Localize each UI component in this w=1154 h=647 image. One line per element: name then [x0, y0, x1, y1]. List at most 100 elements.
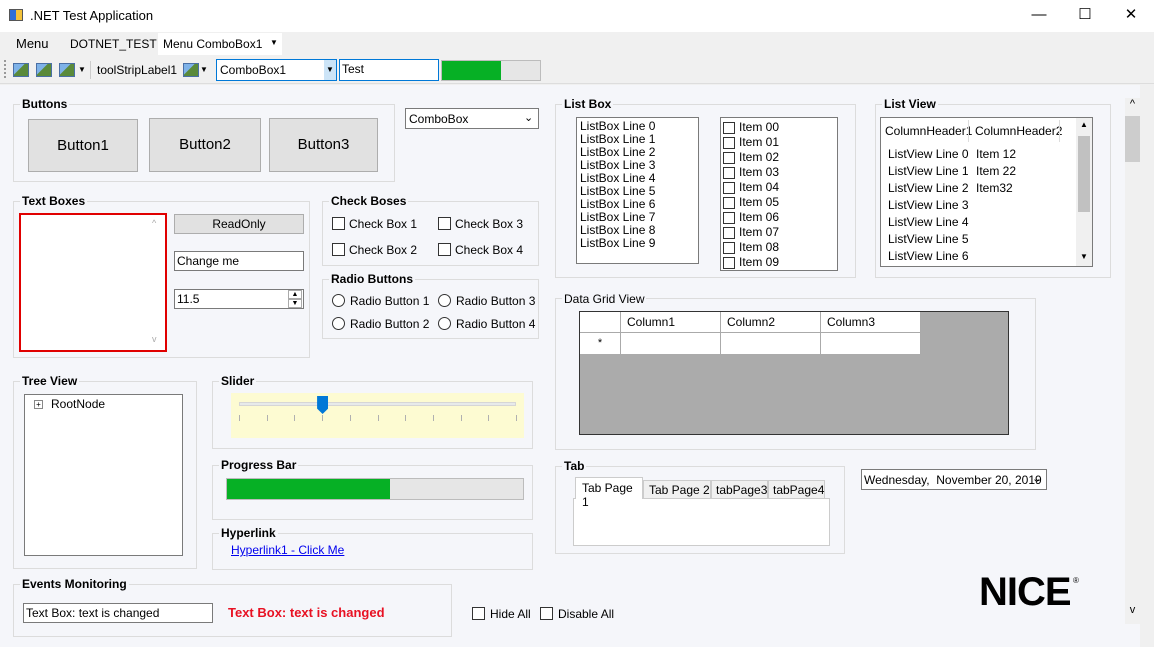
menu-item-dotnet-test[interactable]: DOTNET_TEST: [70, 37, 157, 51]
table-row[interactable]: ListView Line 5: [888, 231, 1058, 248]
change-me-textbox[interactable]: Change me: [174, 251, 304, 271]
button3[interactable]: Button3: [269, 118, 378, 172]
tab-page-3[interactable]: tabPage3: [711, 480, 768, 499]
item-checkbox[interactable]: [723, 181, 735, 194]
events-textbox[interactable]: Text Box: text is changed: [23, 603, 213, 623]
maximize-button[interactable]: ☐: [1062, 0, 1108, 32]
table-row[interactable]: ListView Line 0 Item 12: [888, 146, 1058, 163]
slider[interactable]: [231, 393, 524, 438]
listbox[interactable]: ListBox Line 0 ListBox Line 1 ListBox Li…: [576, 117, 699, 264]
list-item[interactable]: Item 09: [723, 255, 835, 270]
image-icon[interactable]: [59, 63, 75, 77]
list-item[interactable]: Item 08: [723, 240, 835, 255]
item-checkbox[interactable]: [723, 241, 735, 254]
grid-column-header[interactable]: Column1: [621, 312, 721, 333]
multiline-textbox[interactable]: ^ v: [19, 213, 167, 352]
list-item[interactable]: Item 02: [723, 150, 835, 165]
column-header[interactable]: ColumnHeader2: [975, 124, 1062, 138]
list-item[interactable]: Item 03: [723, 165, 835, 180]
item-checkbox[interactable]: [723, 166, 735, 179]
radio-3[interactable]: [438, 294, 451, 307]
grid-new-row-header[interactable]: *: [580, 333, 621, 354]
hyperlink[interactable]: Hyperlink1 - Click Me: [231, 543, 344, 557]
chevron-down-icon[interactable]: ▼: [200, 65, 208, 74]
combobox[interactable]: ComboBox ⌄: [405, 108, 539, 129]
listview[interactable]: ColumnHeader1 ColumnHeader2 ListView Lin…: [880, 117, 1093, 267]
checkbox-2[interactable]: [332, 243, 345, 256]
scroll-down-icon[interactable]: ▼: [1076, 252, 1092, 261]
close-button[interactable]: ✕: [1108, 0, 1154, 32]
toolbar-textbox[interactable]: Test: [339, 59, 439, 81]
checkbox-4[interactable]: [438, 243, 451, 256]
radio-1[interactable]: [332, 294, 345, 307]
checkbox-1[interactable]: [332, 217, 345, 230]
increment-icon[interactable]: ▲: [288, 290, 302, 299]
radio-4[interactable]: [438, 317, 451, 330]
main-scrollbar[interactable]: ^ v: [1125, 98, 1140, 624]
list-item[interactable]: Item 05: [723, 195, 835, 210]
table-row[interactable]: ListView Line 1 Item 22: [888, 163, 1058, 180]
datagrid[interactable]: Column1 Column2 Column3 *: [579, 311, 1009, 435]
tab-page-1[interactable]: Tab Page 1: [575, 477, 643, 509]
checkbox-3[interactable]: [438, 217, 451, 230]
scroll-up-icon[interactable]: ▲: [1076, 120, 1092, 129]
grid-cell[interactable]: [621, 333, 721, 354]
item-checkbox[interactable]: [723, 121, 735, 134]
scroll-down-icon[interactable]: v: [1125, 604, 1140, 616]
slider-thumb[interactable]: [317, 396, 329, 414]
readonly-button[interactable]: ReadOnly: [174, 214, 304, 234]
image-icon[interactable]: [183, 63, 199, 77]
item-checkbox[interactable]: [723, 211, 735, 224]
disable-all-checkbox[interactable]: [540, 607, 553, 620]
list-item[interactable]: ListBox Line 9: [580, 237, 695, 250]
chevron-down-icon[interactable]: ⌄: [1032, 472, 1041, 485]
image-icon[interactable]: [36, 63, 52, 77]
hide-all-checkbox[interactable]: [472, 607, 485, 620]
grid-cell[interactable]: [821, 333, 921, 354]
list-item[interactable]: Item 04: [723, 180, 835, 195]
menu-item-menu[interactable]: Menu: [16, 36, 49, 51]
image-icon[interactable]: [13, 63, 29, 77]
date-picker[interactable]: Wednesday, November 20, 2019 ⌄: [861, 469, 1047, 490]
list-item[interactable]: Item 07: [723, 225, 835, 240]
tree-node-root[interactable]: RootNode: [51, 397, 105, 411]
list-item[interactable]: Item 00: [723, 120, 835, 135]
list-item[interactable]: Item 06: [723, 210, 835, 225]
scroll-up-icon[interactable]: ^: [1125, 98, 1140, 110]
tab-page-4[interactable]: tabPage4: [768, 480, 825, 499]
treeview[interactable]: + RootNode: [24, 394, 183, 556]
toolbar-grip[interactable]: [4, 60, 6, 78]
scroll-thumb[interactable]: [1078, 136, 1090, 212]
minimize-button[interactable]: —: [1016, 0, 1062, 32]
grid-column-header[interactable]: Column2: [721, 312, 821, 333]
button2[interactable]: Button2: [149, 118, 261, 172]
table-row[interactable]: ListView Line 2 Item32: [888, 180, 1058, 197]
table-row[interactable]: ListView Line 3: [888, 197, 1058, 214]
toolbar-combobox[interactable]: ComboBox1 ▼: [216, 59, 337, 81]
numeric-updown[interactable]: 11.5 ▲ ▼: [174, 289, 304, 309]
grid-column-header[interactable]: Column3: [821, 312, 921, 333]
radio-2[interactable]: [332, 317, 345, 330]
item-checkbox[interactable]: [723, 226, 735, 239]
chevron-down-icon[interactable]: ▼: [78, 65, 86, 74]
scroll-down-icon[interactable]: v: [152, 334, 157, 344]
scroll-up-icon[interactable]: ^: [152, 218, 156, 228]
list-item[interactable]: Item 01: [723, 135, 835, 150]
expand-icon[interactable]: +: [34, 400, 43, 409]
menu-combobox[interactable]: Menu ComboBox1 ▼: [158, 33, 282, 55]
chevron-down-icon[interactable]: ▼: [324, 60, 336, 80]
grid-cell[interactable]: [721, 333, 821, 354]
item-checkbox[interactable]: [723, 256, 735, 269]
table-row[interactable]: ListView Line 4: [888, 214, 1058, 231]
item-checkbox[interactable]: [723, 151, 735, 164]
item-checkbox[interactable]: [723, 136, 735, 149]
listview-scrollbar[interactable]: ▲ ▼: [1076, 118, 1092, 266]
checked-listbox[interactable]: Item 00 Item 01 Item 02 Item 03 Item 04 …: [720, 117, 838, 271]
tab-page-2[interactable]: Tab Page 2: [643, 480, 711, 499]
column-header[interactable]: ColumnHeader1: [885, 124, 972, 138]
item-checkbox[interactable]: [723, 196, 735, 209]
button1[interactable]: Button1: [28, 119, 138, 172]
table-row[interactable]: ListView Line 6: [888, 248, 1058, 265]
scroll-thumb[interactable]: [1125, 116, 1140, 162]
decrement-icon[interactable]: ▼: [288, 299, 302, 308]
